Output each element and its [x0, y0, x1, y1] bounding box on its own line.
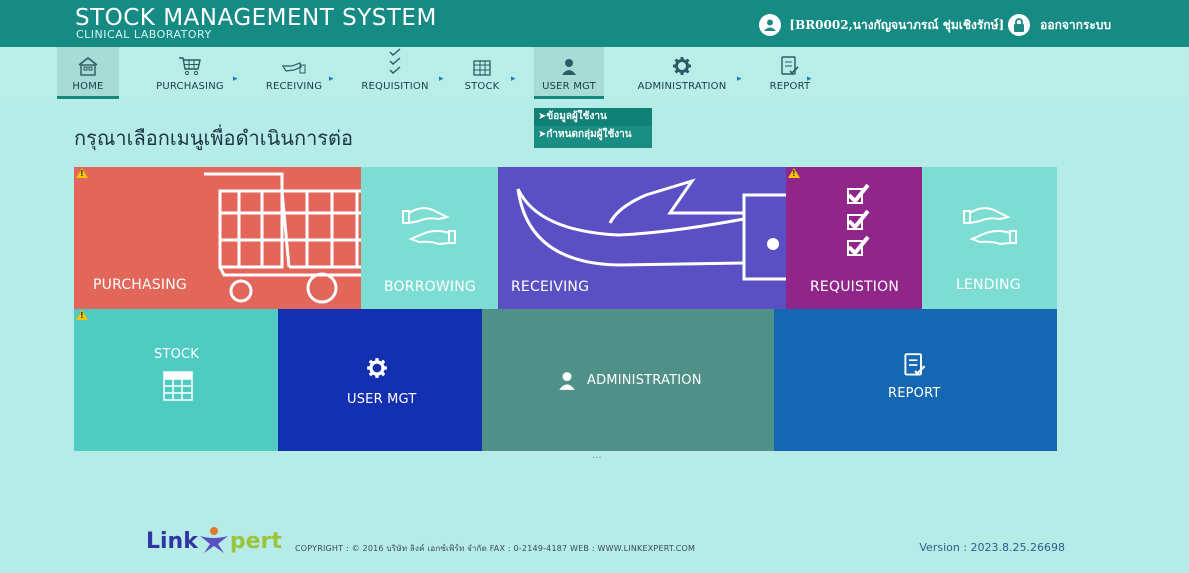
user-area: [BR0002,นางกัญจนาภรณ์ ชุ่มเชิงรักษ์] ออก… — [751, 14, 1111, 36]
app-subtitle: CLINICAL LABORATORY — [76, 28, 212, 41]
grid-icon — [163, 371, 193, 401]
nav-home[interactable]: HOME — [57, 47, 119, 99]
nav-requisition[interactable]: REQUISITION — [356, 47, 434, 99]
nav-report[interactable]: REPORT — [764, 47, 816, 99]
nav-user-mgt[interactable]: USER MGT — [534, 47, 604, 99]
page-prompt: กรุณาเลือกเมนูเพื่อดำเนินการต่อ — [74, 126, 354, 150]
tile-receiving[interactable]: RECEIVING — [498, 167, 786, 309]
tile-borrowing[interactable]: BORROWING — [361, 167, 498, 309]
main-nav: HOME PURCHASING ▸ RECEIVING ▸ REQUISITIO… — [0, 47, 1189, 103]
tile-label: REPORT — [888, 386, 941, 401]
nav-caret-icon: ▸ — [807, 74, 812, 84]
nav-label: STOCK — [464, 81, 500, 92]
tile-administration[interactable]: ADMINISTRATION — [482, 309, 774, 451]
tile-label: USER MGT — [347, 392, 417, 407]
tile-label: RECEIVING — [511, 279, 590, 295]
lock-icon[interactable] — [1008, 14, 1031, 36]
tile-label: BORROWING — [384, 279, 476, 295]
nav-label: HOME — [72, 81, 104, 92]
gear-icon — [367, 358, 387, 378]
tile-label: LENDING — [956, 277, 1021, 293]
version-text: Version : 2023.8.25.26698 — [919, 541, 1065, 554]
nav-label: REQUISITION — [361, 81, 429, 92]
user-icon — [759, 14, 782, 36]
more-indicator: ··· — [592, 453, 602, 464]
tile-label: PURCHASING — [93, 277, 187, 293]
tile-stock[interactable]: STOCK — [74, 309, 278, 451]
home-icon — [57, 47, 119, 79]
report-icon — [904, 353, 926, 376]
tile-label: REQUISTION — [810, 279, 900, 295]
hand-receive-icon — [259, 47, 329, 79]
dropdown-item-user-group[interactable]: ➤กำหนดกลุ่มผู้ใช้งาน — [534, 126, 652, 144]
nav-administration[interactable]: ADMINISTRATION — [630, 47, 734, 99]
tile-label: ADMINISTRATION — [587, 373, 702, 388]
logout-link[interactable]: ออกจากระบบ — [1040, 16, 1111, 35]
nav-caret-icon: ▸ — [329, 74, 334, 84]
tile-purchasing[interactable]: PURCHASING — [74, 167, 361, 309]
nav-caret-icon: ▸ — [511, 74, 516, 84]
user-icon — [559, 372, 575, 390]
warning-icon — [76, 310, 88, 320]
app-title: STOCK MANAGEMENT SYSTEM — [75, 5, 437, 31]
gear-icon — [630, 47, 734, 79]
nav-caret-icon: ▸ — [233, 74, 238, 84]
tile-requisition[interactable]: REQUISTION — [786, 167, 922, 309]
nav-purchasing[interactable]: PURCHASING — [148, 47, 232, 99]
nav-label: ADMINISTRATION — [637, 81, 727, 92]
app-header: STOCK MANAGEMENT SYSTEM CLINICAL LABORAT… — [0, 0, 1189, 47]
user-name: [BR0002,นางกัญจนาภรณ์ ชุ่มเชิงรักษ์] — [789, 17, 1005, 32]
nav-stock[interactable]: STOCK — [459, 47, 505, 99]
nav-receiving[interactable]: RECEIVING — [259, 47, 329, 99]
nav-caret-icon: ▸ — [439, 74, 444, 84]
cart-icon — [148, 47, 232, 79]
checklist-icon — [356, 47, 434, 79]
tile-label: STOCK — [154, 347, 200, 362]
footer: Link pert COPYRIGHT : © 2016 บริษัท ลิงค์… — [0, 510, 1189, 573]
tile-user-mgt[interactable]: USER MGT — [278, 309, 482, 451]
copyright-text: COPYRIGHT : © 2016 บริษัท ลิงค์ เอกซ์เพิ… — [295, 544, 696, 553]
dropdown-item-user-info[interactable]: ➤ข้อมูลผู้ใช้งาน — [534, 108, 652, 126]
company-logo: Link pert — [146, 527, 282, 554]
user-icon — [534, 47, 604, 79]
nav-label: PURCHASING — [156, 81, 224, 92]
tile-lending[interactable]: LENDING — [922, 167, 1057, 309]
grid-icon — [459, 47, 505, 79]
nav-label: RECEIVING — [265, 81, 323, 92]
user-mgt-dropdown: ➤ข้อมูลผู้ใช้งาน ➤กำหนดกลุ่มผู้ใช้งาน — [534, 108, 652, 148]
nav-label: USER MGT — [542, 81, 596, 92]
nav-caret-icon: ▸ — [737, 74, 742, 84]
tile-report[interactable]: REPORT — [774, 309, 1057, 451]
